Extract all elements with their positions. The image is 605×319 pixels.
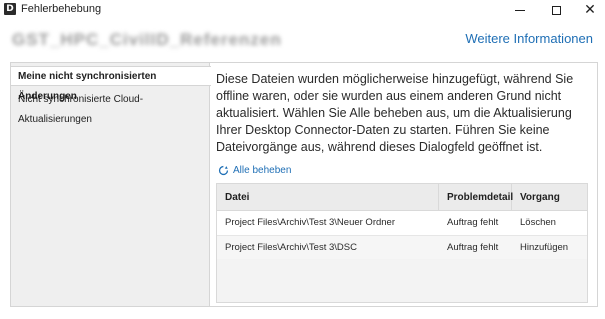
sidebar: Meine nicht synchronisierten Änderungen … <box>11 63 211 306</box>
close-button[interactable]: ✕ <box>573 0 605 20</box>
sidebar-item-unsynced-cloud-updates[interactable]: Nicht synchronisierte Cloud-Aktualisieru… <box>11 90 210 125</box>
main-content: Diese Dateien wurden möglicherweise hinz… <box>216 63 597 306</box>
files-table: Datei Problemdetail Vorgang Project File… <box>216 183 588 303</box>
column-header-operation[interactable]: Vorgang <box>512 184 587 211</box>
minimize-icon <box>515 9 525 11</box>
app-icon: D <box>4 3 16 15</box>
fix-all-label: Alle beheben <box>233 165 292 176</box>
table-row[interactable]: Project Files\Archiv\Test 3\Neuer Ordner… <box>217 211 587 235</box>
problem-detail-cell: Auftrag fehlt <box>447 242 499 253</box>
file-path-cell: Project Files\Archiv\Test 3\Neuer Ordner <box>225 217 396 228</box>
column-header-file[interactable]: Datei <box>217 184 439 211</box>
maximize-icon <box>551 5 561 15</box>
more-info-link[interactable]: Weitere Informationen <box>465 31 593 46</box>
minimize-button[interactable] <box>503 0 537 20</box>
maximize-button[interactable] <box>539 0 573 20</box>
project-title: GST_HPC_CivilID_Referenzen <box>12 30 282 49</box>
column-header-problem-detail[interactable]: Problemdetail <box>439 184 513 211</box>
operation-cell: Löschen <box>520 217 556 228</box>
sidebar-item-my-unsynced-changes[interactable]: Meine nicht synchronisierten Änderungen <box>11 66 211 102</box>
window-title: Fehlerbehebung <box>21 3 102 15</box>
fix-all-button[interactable]: Alle beheben <box>218 165 291 176</box>
table-header: Datei Problemdetail Vorgang <box>217 184 587 211</box>
title-bar: D Fehlerbehebung ✕ <box>0 0 605 20</box>
description-text: Diese Dateien wurden möglicherweise hinz… <box>216 72 574 154</box>
refresh-icon <box>218 165 229 176</box>
close-icon: ✕ <box>584 2 596 18</box>
operation-cell: Hinzufügen <box>520 242 569 253</box>
problem-detail-cell: Auftrag fehlt <box>447 217 499 228</box>
dialog-header: GST_HPC_CivilID_Referenzen Weitere Infor… <box>0 24 605 58</box>
table-row[interactable]: Project Files\Archiv\Test 3\DSC Auftrag … <box>217 235 587 259</box>
dialog-body: Meine nicht synchronisierten Änderungen … <box>10 62 598 307</box>
file-path-cell: Project Files\Archiv\Test 3\DSC <box>225 242 357 253</box>
